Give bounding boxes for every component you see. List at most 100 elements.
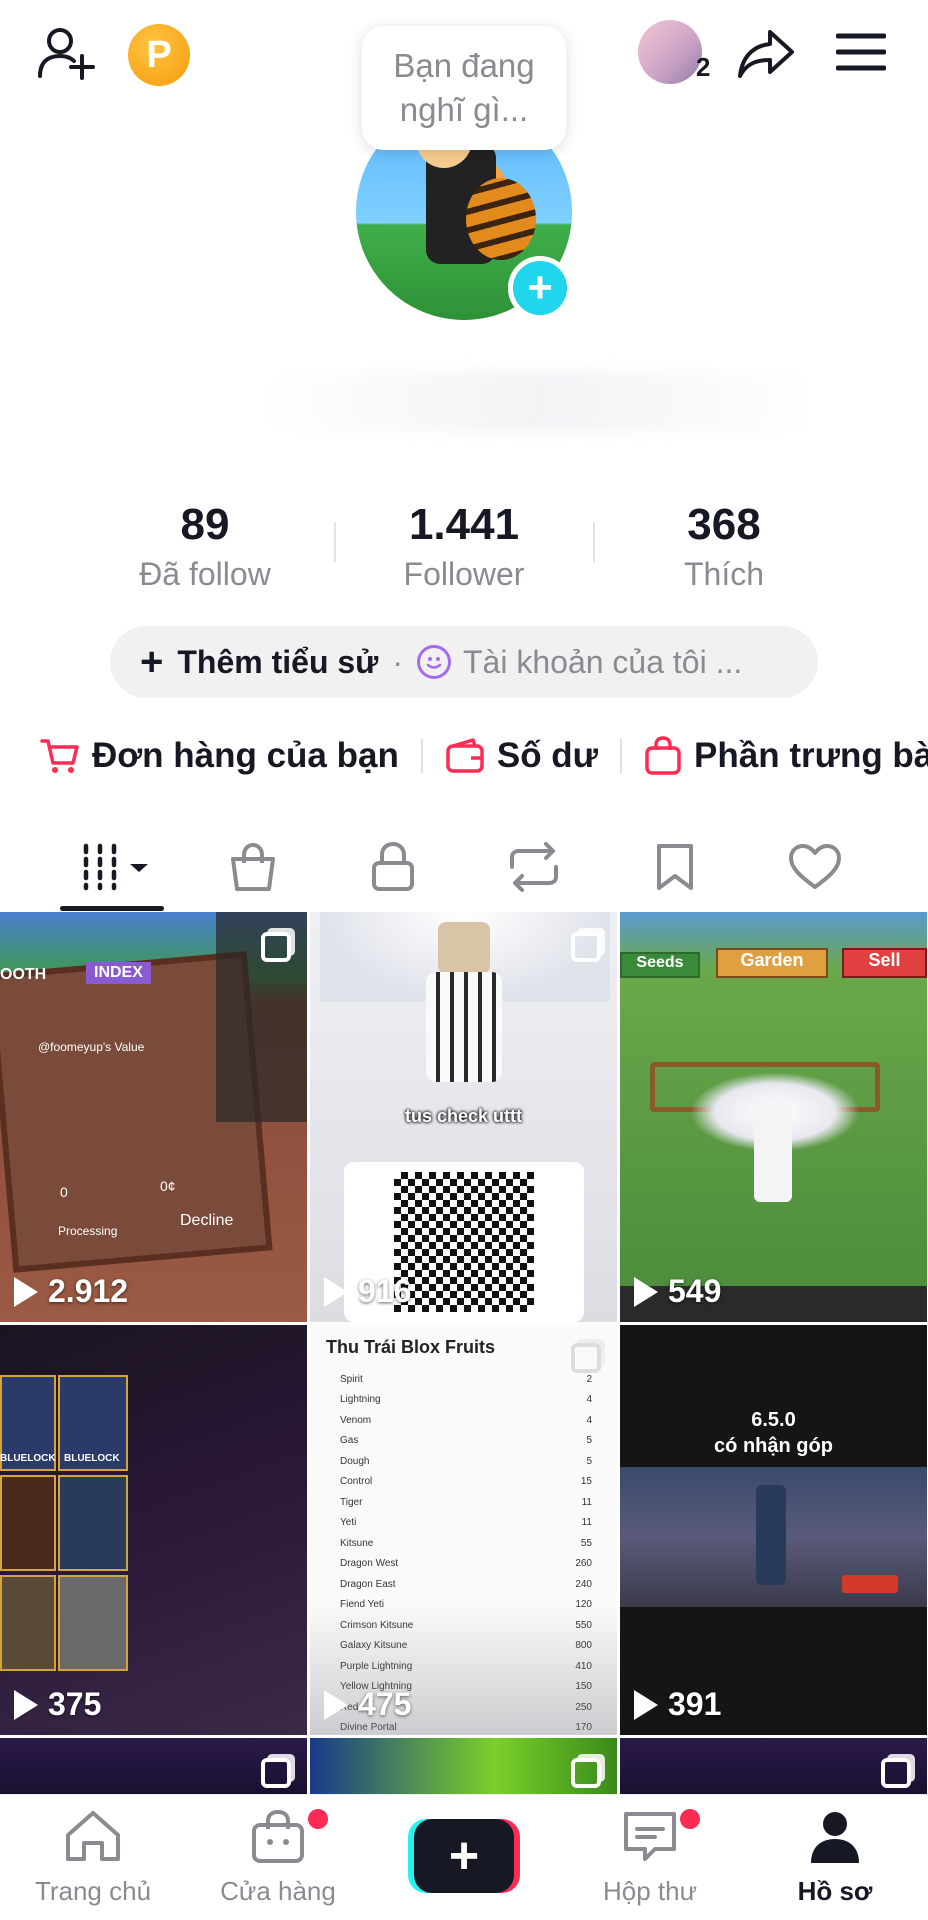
account-label: Tài khoản của tôi ...: [463, 643, 743, 680]
create-button[interactable]: +: [408, 1819, 520, 1893]
video-thumbnail[interactable]: [620, 1738, 927, 1794]
shortcut-divider: [620, 739, 623, 773]
notification-dot: [308, 1809, 328, 1829]
add-friend-icon[interactable]: [34, 22, 100, 84]
thumbnail-list-item-name: Lightning: [340, 1394, 381, 1406]
thumbnail-list-item-name: Dragon East: [340, 1578, 396, 1590]
bubble-line-2: nghĩ gì...: [399, 91, 529, 128]
view-count-text: 375: [48, 1686, 102, 1722]
thumbnail-list-row: Dragon East 240: [340, 1574, 592, 1595]
nav-inbox[interactable]: Hộp thư: [570, 1809, 730, 1907]
tab-liked[interactable]: [765, 832, 865, 902]
play-icon: [14, 1689, 38, 1720]
thumbnail-list-row: Control 15: [340, 1472, 592, 1493]
tab-reposts[interactable]: [484, 832, 584, 902]
thumbnail-list-item-name: Dough: [340, 1455, 370, 1467]
bubble-line-1: Bạn đang: [393, 47, 535, 84]
create-plus-icon: +: [414, 1819, 514, 1893]
shortcut-balance[interactable]: Số dư: [445, 736, 598, 776]
stat-following-number: 89: [180, 500, 230, 549]
play-icon: [324, 1276, 348, 1307]
qr-code: [394, 1172, 534, 1312]
stat-divider: [593, 522, 595, 562]
view-count-text: 391: [668, 1686, 722, 1722]
thumbnail-list-item-value: 4: [586, 1414, 592, 1426]
stat-likes[interactable]: 368 Thích: [624, 500, 824, 593]
thumbnail-list-item-value: 2: [586, 1373, 592, 1385]
stat-following-label: Đã follow: [139, 556, 271, 592]
view-count-text: 475: [358, 1686, 412, 1722]
video-thumbnail[interactable]: 6.5.0 có nhận góp 391: [620, 1325, 927, 1735]
thumbnail-text: BLUELOCK: [0, 1453, 56, 1464]
nav-profile[interactable]: Hồ sơ: [755, 1809, 915, 1907]
stat-followers[interactable]: 1.441 Follower: [364, 500, 564, 593]
shortcut-orders[interactable]: Đơn hàng của bạn: [40, 736, 399, 776]
inbox-icon: [624, 1812, 676, 1861]
thumbnail-text: Seeds: [620, 952, 700, 978]
share-icon[interactable]: [734, 26, 798, 82]
play-icon: [634, 1689, 658, 1720]
thumbnail-list-row: Spirit 2: [340, 1369, 592, 1390]
username-blurred: [255, 372, 825, 432]
thumbnail-list-item-name: Spirit: [340, 1373, 363, 1385]
stat-followers-label: Follower: [403, 556, 525, 592]
multi-photo-icon: [881, 1758, 911, 1788]
nav-shop[interactable]: Cửa hàng: [198, 1809, 358, 1907]
tab-shop[interactable]: [203, 832, 303, 902]
view-count: 2.912: [14, 1273, 128, 1310]
nav-shop-label: Cửa hàng: [220, 1876, 336, 1906]
profile-page: P 2 + Bạn đang nghĩ gì... 89 Đã follow 1…: [0, 0, 928, 1920]
shop-bag-icon: [252, 1809, 304, 1863]
shortcut-orders-label: Đơn hàng của bạn: [92, 736, 399, 775]
bio-separator: ·: [392, 643, 403, 680]
thumbnail-list-item-name: Venom: [340, 1414, 372, 1426]
add-story-plus-icon[interactable]: +: [508, 256, 572, 320]
tab-videos[interactable]: [62, 832, 162, 902]
cart-icon: [40, 739, 79, 773]
wallet-icon: [446, 738, 484, 773]
tab-private[interactable]: [343, 832, 443, 902]
friend-count: 2: [696, 52, 711, 82]
thumbnail-caption-line-1: 6.5.0: [751, 1409, 796, 1431]
thumbnail-list-row: Venom 4: [340, 1410, 592, 1431]
menu-icon[interactable]: [834, 28, 888, 76]
video-thumbnail[interactable]: [0, 1738, 307, 1794]
bag-icon: [231, 842, 275, 891]
tab-saved[interactable]: [625, 832, 725, 902]
bottom-nav: Trang chủ Cửa hàng + Hộp thư Hồ sơ: [0, 1794, 928, 1920]
multi-photo-icon: [261, 1758, 291, 1788]
coin-icon[interactable]: P: [128, 24, 190, 86]
thumbnail-character-card: [58, 1575, 128, 1671]
thumbnail-list-row: Dough 5: [340, 1451, 592, 1472]
notification-dot: [680, 1809, 700, 1829]
nav-home[interactable]: Trang chủ: [13, 1809, 173, 1907]
video-thumbnail[interactable]: tus check uttt 916: [310, 912, 617, 1322]
video-thumbnail[interactable]: Thu Trái Blox Fruits Spirit 2 Lightning 4 Ve…: [310, 1325, 617, 1735]
shortcut-showcase[interactable]: Phần trưng bà: [644, 736, 928, 776]
thumbnail-list-item-value: 4: [586, 1394, 592, 1406]
home-icon: [66, 1811, 120, 1861]
shortcut-row: Đơn hàng của bạn Số dư Phần trưng bà: [40, 728, 928, 784]
video-thumbnail[interactable]: OOTH INDEX @foomeyup's Value 0 0¢ Proces…: [0, 912, 307, 1322]
thumbnail-character-card: [0, 1575, 56, 1671]
bookmark-icon: [657, 844, 693, 890]
shopping-bag-icon: [645, 736, 681, 775]
thumbnail-list-item-value: 55: [580, 1537, 592, 1549]
video-thumbnail[interactable]: BLUELOCK BLUELOCK 375: [0, 1325, 307, 1735]
thumbnail-character-card: [0, 1475, 56, 1571]
thumbnail-figure-body: [426, 972, 502, 1082]
thumbnail-caption-line-2: có nhận góp: [714, 1435, 833, 1457]
video-grid: OOTH INDEX @foomeyup's Value 0 0¢ Proces…: [0, 912, 928, 1794]
view-count-text: 2.912: [48, 1273, 129, 1309]
heart-icon: [789, 844, 841, 889]
video-thumbnail[interactable]: Seeds Garden Sell 549: [620, 912, 927, 1322]
friend-avatar[interactable]: [638, 20, 702, 84]
multi-photo-icon: [261, 932, 291, 962]
thumbnail-caption: tus check uttt: [404, 1106, 523, 1126]
stat-following[interactable]: 89 Đã follow: [105, 500, 305, 593]
stat-likes-label: Thích: [683, 556, 765, 592]
thumbnail-text: @foomeyup's Value: [38, 1040, 145, 1054]
bio-pill[interactable]: + Thêm tiểu sử · Tài khoản của tôi ...: [110, 626, 818, 698]
video-thumbnail[interactable]: [310, 1738, 617, 1794]
status-bubble[interactable]: Bạn đang nghĩ gì...: [362, 26, 566, 150]
